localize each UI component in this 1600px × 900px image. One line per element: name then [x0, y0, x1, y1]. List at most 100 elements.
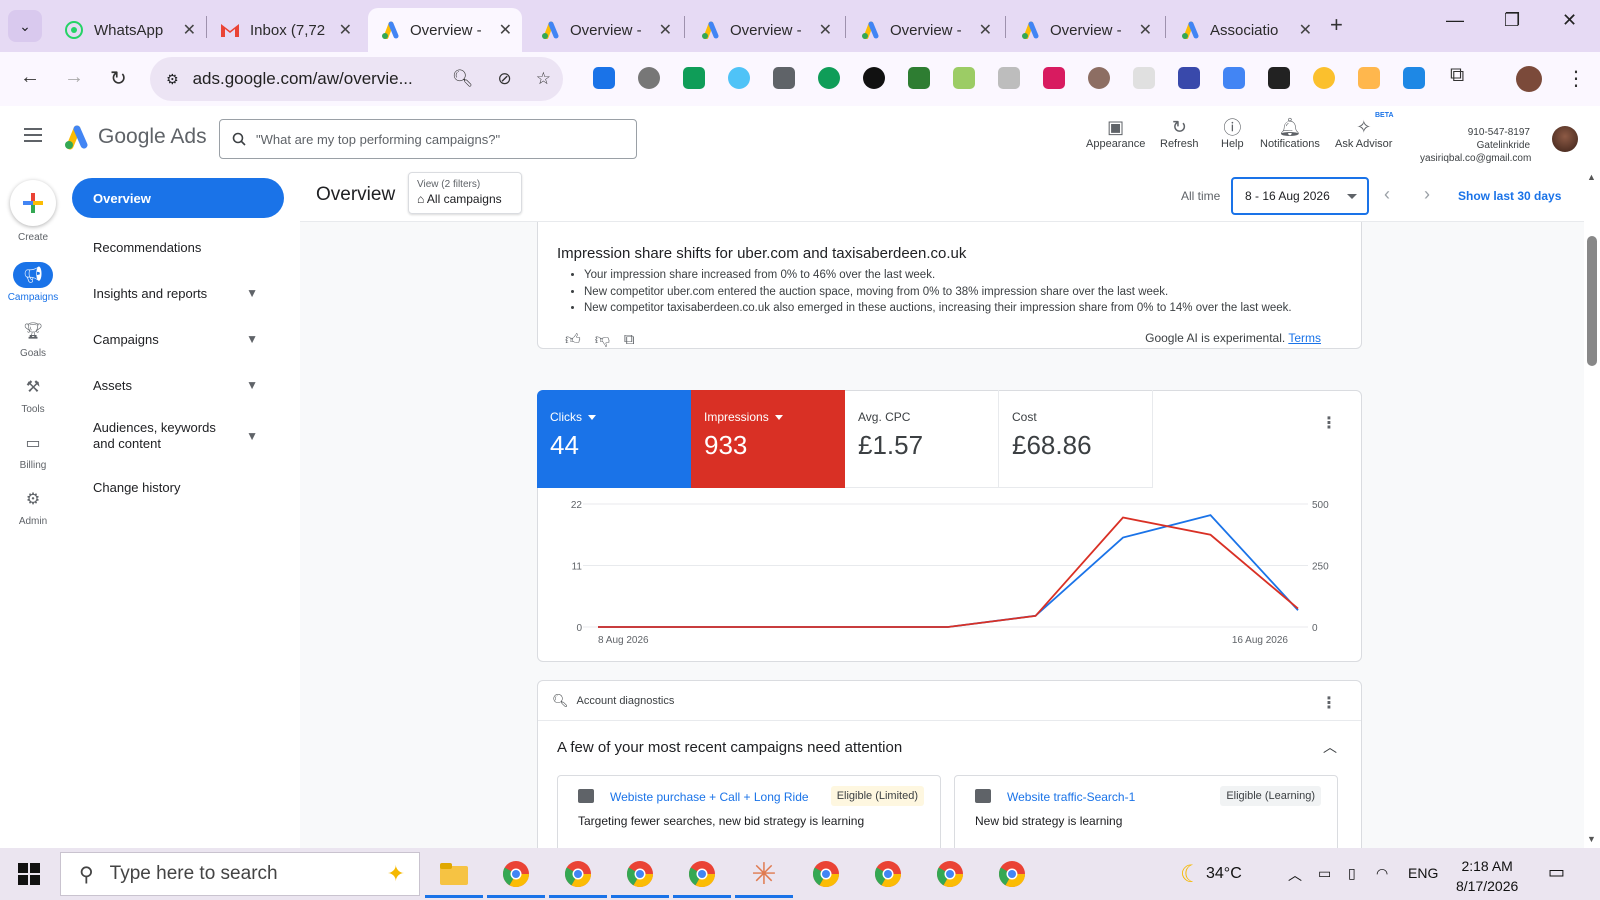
view-filter-button[interactable]: View (2 filters) ⌂ All campaigns	[408, 172, 522, 214]
extension-icon[interactable]	[1313, 67, 1335, 89]
campaign-diagnostic-card[interactable]: Website traffic-Search-1 Eligible (Learn…	[954, 775, 1338, 848]
extension-icon[interactable]	[593, 67, 615, 89]
camera-icon[interactable]	[998, 67, 1020, 89]
device-icon[interactable]: ▯	[1348, 865, 1356, 882]
close-icon[interactable]: ✕	[339, 20, 352, 40]
temperature[interactable]: 34°C	[1206, 865, 1242, 883]
help-button[interactable]: ⓘ Help	[1221, 116, 1244, 150]
campaign-name-link[interactable]: Webiste purchase + Call + Long Ride	[610, 790, 809, 804]
close-icon[interactable]: ✕	[659, 20, 672, 40]
minimize-icon[interactable]: —	[1446, 10, 1464, 31]
rail-billing[interactable]: ▭ Billing	[0, 430, 66, 471]
close-icon[interactable]: ✕	[1139, 20, 1152, 40]
back-arrow-icon[interactable]: ←	[20, 66, 40, 89]
rail-goals[interactable]: 🏆︎ Goals	[0, 318, 66, 359]
tab-search-button[interactable]: ⌄	[8, 10, 42, 42]
chrome-icon[interactable]	[994, 856, 1030, 892]
page-scrollbar[interactable]: ▲ ▼	[1584, 170, 1600, 848]
tab-overview[interactable]: Overview - ✕	[688, 8, 842, 52]
moon-weather-icon[interactable]: ☾	[1180, 860, 1202, 889]
eye-off-icon[interactable]: ⊘	[498, 69, 512, 89]
extension-icon[interactable]	[728, 67, 750, 89]
notifications-button[interactable]: 🔔︎ Notifications	[1260, 116, 1320, 151]
scrollbar-thumb[interactable]	[1587, 236, 1597, 366]
chevron-up-icon[interactable]: ︿	[1323, 737, 1337, 757]
main-menu-icon[interactable]	[24, 128, 42, 146]
site-info-icon[interactable]: ⚙	[166, 71, 179, 88]
nav-recommendations[interactable]: Recommendations	[72, 224, 284, 270]
file-explorer-icon[interactable]	[425, 856, 483, 898]
thumbs-down-icon[interactable]: 👎︎	[595, 331, 610, 349]
extension-icon[interactable]	[953, 67, 975, 89]
metric-clicks[interactable]: Clicks 44	[537, 390, 691, 488]
close-icon[interactable]: ✕	[183, 20, 196, 40]
metric-impressions[interactable]: Impressions 933	[691, 390, 845, 488]
appearance-button[interactable]: ▣ Appearance	[1086, 116, 1145, 151]
tab-gmail[interactable]: Inbox (7,72 ✕	[208, 8, 362, 52]
close-icon[interactable]: ✕	[1299, 20, 1312, 40]
refresh-button[interactable]: ↻ Refresh	[1160, 116, 1199, 151]
rail-create[interactable]: Create	[0, 180, 66, 243]
rail-tools[interactable]: ⚒ Tools	[0, 374, 66, 415]
extension-icon[interactable]	[773, 67, 795, 89]
nav-overview[interactable]: Overview	[72, 178, 284, 218]
tab-association[interactable]: Associatio ✕	[1168, 8, 1322, 52]
extension-icon[interactable]	[1358, 67, 1380, 89]
tab-overview[interactable]: Overview - ✕	[1008, 8, 1162, 52]
metric-avg-cpc[interactable]: Avg. CPC £1.57	[845, 390, 999, 488]
address-bar[interactable]: ⚙ ads.google.com/aw/overvie... 🔍︎ ⊘ ☆	[150, 57, 563, 101]
profile-avatar[interactable]	[1516, 66, 1542, 92]
nav-assets[interactable]: Assets ▼	[72, 362, 284, 408]
chevron-right-icon[interactable]: ›	[1424, 184, 1430, 205]
extension-icon[interactable]	[908, 67, 930, 89]
show-last-30-days-link[interactable]: Show last 30 days	[1458, 189, 1561, 203]
reload-icon[interactable]: ↻	[110, 66, 127, 91]
more-options-icon[interactable]: ⋮	[1321, 693, 1337, 713]
date-range-picker[interactable]: 8 - 16 Aug 2026	[1231, 177, 1369, 215]
campaign-name-link[interactable]: Website traffic-Search-1	[1007, 790, 1135, 804]
extension-icon[interactable]	[1178, 67, 1200, 89]
scroll-up-icon[interactable]: ▲	[1587, 172, 1596, 182]
more-options-icon[interactable]: ⋮	[1321, 413, 1337, 433]
chrome-icon[interactable]	[673, 856, 731, 898]
taskbar-search-input[interactable]: ⚲ Type here to search ✦	[60, 852, 420, 896]
system-clock[interactable]: 2:18 AM 8/17/2026	[1456, 856, 1518, 896]
tab-overview[interactable]: Overview - ✕	[528, 8, 682, 52]
chrome-icon[interactable]	[870, 856, 906, 892]
wordpress-icon[interactable]	[638, 67, 660, 89]
cookie-icon[interactable]	[1088, 67, 1110, 89]
windows-start-icon[interactable]	[18, 863, 40, 885]
extension-icon[interactable]	[683, 67, 705, 89]
restore-icon[interactable]: ❐	[1504, 10, 1520, 31]
campaign-diagnostic-card[interactable]: Webiste purchase + Call + Long Ride Elig…	[557, 775, 941, 848]
url-text[interactable]: ads.google.com/aw/overvie...	[193, 69, 440, 89]
rail-campaigns[interactable]: 📢︎ Campaigns	[0, 262, 66, 303]
tab-whatsapp[interactable]: WhatsApp ✕	[52, 8, 206, 52]
chrome-icon[interactable]	[549, 856, 607, 898]
ads-search-input[interactable]: "What are my top performing campaigns?"	[219, 119, 637, 159]
shield-icon[interactable]	[1043, 67, 1065, 89]
language-indicator[interactable]: ENG	[1408, 865, 1438, 881]
nav-campaigns[interactable]: Campaigns ▼	[72, 316, 284, 362]
tag-icon[interactable]	[1403, 67, 1425, 89]
nav-audiences[interactable]: Audiences, keywords and content ▼	[72, 408, 284, 464]
forward-arrow-icon[interactable]: →	[64, 66, 84, 89]
nav-change-history[interactable]: Change history	[72, 464, 284, 510]
tab-overview[interactable]: Overview - ✕	[848, 8, 1002, 52]
thumbs-up-icon[interactable]: 👍︎	[565, 331, 581, 349]
chrome-icon[interactable]	[932, 856, 968, 892]
close-icon[interactable]: ✕	[979, 20, 992, 40]
account-info[interactable]: 910-547-8197 Gatelinkride yasiriqbal.co@…	[1420, 126, 1531, 165]
notification-center-icon[interactable]: ▭	[1548, 862, 1565, 883]
chrome-icon[interactable]	[487, 856, 545, 898]
font-icon[interactable]	[1268, 67, 1290, 89]
chevron-left-icon[interactable]: ‹	[1384, 184, 1390, 205]
translate-icon[interactable]	[1223, 67, 1245, 89]
terms-link[interactable]: Terms	[1288, 331, 1321, 345]
extension-icon[interactable]	[818, 67, 840, 89]
battery-icon[interactable]: ▭	[1318, 865, 1331, 882]
extension-icon[interactable]	[863, 67, 885, 89]
rail-admin[interactable]: ⚙ Admin	[0, 486, 66, 527]
extensions-puzzle-icon[interactable]: ⧉	[1450, 64, 1464, 87]
close-window-icon[interactable]: ✕	[1562, 10, 1577, 31]
